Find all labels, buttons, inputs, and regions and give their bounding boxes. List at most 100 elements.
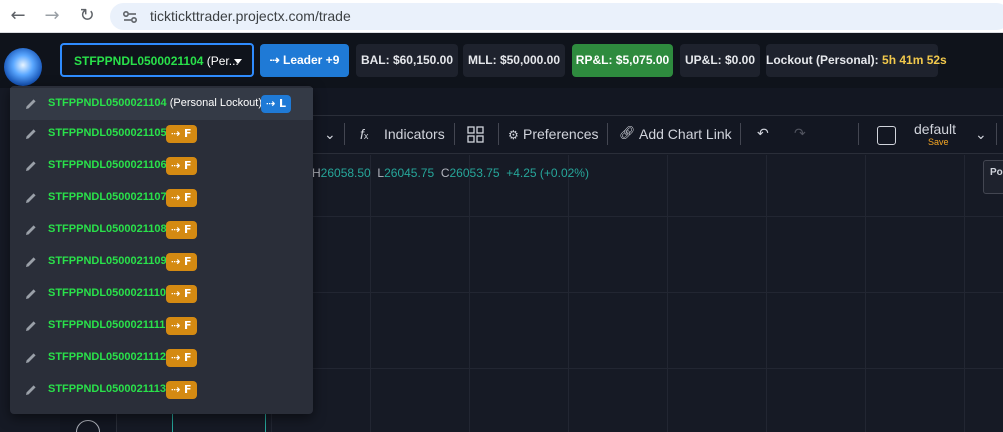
lockout-badge: Lockout (Personal): 5h 41m 52s: [766, 44, 947, 77]
layout-grid-icon[interactable]: [467, 126, 484, 143]
balance-badge: BAL: $60,150.00: [356, 44, 458, 77]
account-list-item[interactable]: STFPPNDL0500021111 ⇢ F: [10, 310, 313, 342]
account-name: STFPPNDL0500021107: [48, 191, 167, 203]
selected-account-label: STFPPNDL0500021104 (Per...: [74, 54, 239, 68]
account-list-item[interactable]: STFPPNDL0500021105 ⇢ F: [10, 118, 313, 150]
account-dropdown: STFPPNDL0500021104 (Personal Lockout) ⇢ L…: [10, 86, 313, 414]
pencil-icon[interactable]: [24, 287, 38, 301]
chevron-down-icon[interactable]: ⌄: [975, 126, 987, 143]
follower-badge: ⇢ F: [166, 125, 197, 143]
follower-badge: ⇢ F: [166, 381, 197, 399]
account-select[interactable]: STFPPNDL0500021104 (Per...: [60, 43, 254, 77]
transfer-icon: ⇢: [171, 255, 185, 268]
undo-icon[interactable]: ↶: [757, 126, 769, 142]
transfer-icon: ⇢: [171, 223, 185, 236]
account-name: STFPPNDL0500021110: [48, 287, 167, 299]
account-list-item[interactable]: STFPPNDL0500021104 (Personal Lockout) ⇢ L: [10, 88, 313, 120]
account-name: STFPPNDL0500021113: [48, 383, 167, 395]
layout-name[interactable]: default: [914, 121, 956, 137]
follower-badge: ⇢ F: [166, 285, 197, 303]
add-chart-link-button[interactable]: Add Chart Link: [639, 126, 732, 142]
leader-badge: ⇢ L: [261, 95, 292, 113]
follower-badge: ⇢ F: [166, 253, 197, 271]
pencil-icon[interactable]: [24, 383, 38, 397]
candle-wick: [172, 414, 173, 432]
ohlc-legend: H26058.50 L26045.75 C26053.75 +4.25 (+0.…: [312, 166, 589, 180]
account-name: STFPPNDL0500021111: [48, 319, 166, 331]
account-name: STFPPNDL0500021108: [48, 223, 167, 235]
follower-badge: ⇢ F: [166, 221, 197, 239]
grid-line: [964, 155, 965, 432]
transfer-icon: ⇢: [171, 287, 185, 300]
chevron-down-icon: [234, 59, 242, 64]
pencil-icon[interactable]: [24, 319, 38, 333]
follower-badge: ⇢ F: [166, 189, 197, 207]
grid-line: [370, 155, 371, 432]
account-name: STFPPNDL0500021104 (Personal Lockout): [48, 97, 263, 109]
save-link[interactable]: Save: [928, 137, 949, 147]
toolbar-divider: [344, 123, 345, 145]
unrealized-pnl-badge: UP&L: $0.00: [680, 44, 760, 77]
account-name: STFPPNDL0500021112: [48, 351, 167, 363]
account-list-item[interactable]: STFPPNDL0500021112 ⇢ F: [10, 342, 313, 374]
toolbar-divider: [740, 123, 741, 145]
account-name: STFPPNDL0500021105: [48, 127, 167, 139]
pencil-icon[interactable]: [24, 191, 38, 205]
transfer-icon: ⇢: [171, 191, 185, 204]
follower-badge: ⇢ F: [166, 349, 197, 367]
account-list-item[interactable]: STFPPNDL0500021106 ⇢ F: [10, 150, 313, 182]
pencil-icon[interactable]: [24, 97, 38, 111]
account-list-item[interactable]: STFPPNDL0500021107 ⇢ F: [10, 182, 313, 214]
pencil-icon[interactable]: [24, 127, 38, 141]
toolbar-divider: [858, 123, 859, 145]
url-bar[interactable]: ticktickttrader.projectx.com/trade: [110, 3, 1003, 30]
grid-line: [865, 155, 866, 432]
toolbar-divider: [607, 123, 608, 145]
indicators-button[interactable]: Indicators: [384, 126, 445, 142]
grid-line: [766, 155, 767, 432]
toolbar-divider: [996, 123, 997, 145]
forward-icon[interactable]: →: [42, 6, 62, 26]
grid-line: [667, 155, 668, 432]
function-icon: fx: [360, 126, 369, 142]
pencil-icon[interactable]: [24, 255, 38, 269]
browser-address-bar: ← → ↻ ticktickttrader.projectx.com/trade: [0, 0, 1003, 33]
account-name: STFPPNDL0500021106: [48, 159, 167, 171]
transfer-icon: ⇢: [171, 383, 185, 396]
toolbar-divider: [498, 123, 499, 145]
account-list-item[interactable]: STFPPNDL0500021109 ⇢ F: [10, 246, 313, 278]
account-list-item[interactable]: STFPPNDL0500021108 ⇢ F: [10, 214, 313, 246]
transfer-icon: ⇢: [266, 97, 280, 110]
chevron-down-icon[interactable]: ⌄: [324, 126, 336, 143]
reload-icon[interactable]: ↻: [77, 6, 97, 26]
mll-badge: MLL: $50,000.00: [463, 44, 565, 77]
account-name: STFPPNDL0500021109: [48, 255, 167, 267]
transfer-icon: ⇢: [171, 127, 185, 140]
position-panel[interactable]: Po: [983, 160, 1003, 194]
follower-badge: ⇢ F: [166, 157, 197, 175]
transfer-icon: ⇢: [171, 319, 185, 332]
account-list-item[interactable]: STFPPNDL0500021113 ⇢ F: [10, 374, 313, 406]
pencil-icon[interactable]: [24, 351, 38, 365]
leader-button[interactable]: ⇢ Leader +9: [260, 44, 349, 77]
account-list-item[interactable]: STFPPNDL0500021110 ⇢ F: [10, 278, 313, 310]
link-icon: 🔗︎: [619, 126, 636, 141]
gear-icon: ⚙: [508, 128, 519, 142]
toolbar-divider: [454, 123, 455, 145]
tool-icon[interactable]: [76, 420, 100, 432]
preferences-button[interactable]: Preferences: [523, 126, 598, 142]
transfer-icon: ⇢: [171, 351, 185, 364]
grid-line: [568, 155, 569, 432]
pencil-icon[interactable]: [24, 223, 38, 237]
app-logo[interactable]: [4, 48, 42, 86]
leader-transfer-icon: ⇢: [269, 53, 283, 67]
pencil-icon[interactable]: [24, 159, 38, 173]
layout-checkbox[interactable]: [877, 126, 896, 145]
url-text: ticktickttrader.projectx.com/trade: [150, 8, 351, 24]
realized-pnl-badge: RP&L: $5,075.00: [572, 44, 673, 77]
back-icon[interactable]: ←: [8, 6, 28, 26]
grid-line: [469, 155, 470, 432]
redo-icon: ↷: [794, 126, 806, 142]
transfer-icon: ⇢: [171, 159, 185, 172]
site-settings-icon[interactable]: [120, 7, 140, 27]
